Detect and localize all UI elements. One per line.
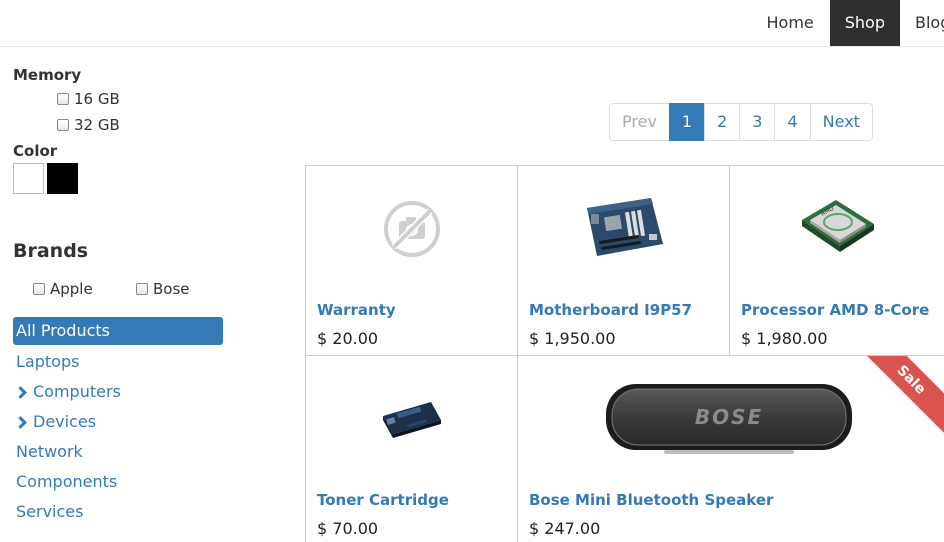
brands-title: Brands [13, 240, 89, 262]
checkbox[interactable] [57, 93, 69, 105]
toner-image [383, 401, 441, 438]
product-image[interactable] [518, 166, 730, 291]
brand-option-label: Bose [153, 280, 190, 298]
pagination: Prev 1 2 3 4 Next [609, 103, 873, 141]
category-list: All Products Laptops Computers Devices N… [13, 317, 223, 527]
checkbox[interactable] [33, 283, 45, 295]
bose-logo: BOSE [695, 405, 763, 429]
pagination-page-3[interactable]: 3 [739, 103, 776, 141]
brand-option-apple[interactable]: Apple [33, 280, 93, 298]
product-name[interactable]: Warranty [317, 301, 396, 319]
category-label: Computers [33, 382, 121, 401]
product-image[interactable] [306, 166, 518, 291]
top-navbar: Home Shop Blog [0, 0, 944, 47]
product-grid: Warranty $ 20.00 Motherboard I9P57 $ 1,9… [305, 165, 944, 542]
brand-option-bose[interactable]: Bose [136, 280, 190, 298]
pagination-page-1[interactable]: 1 [668, 103, 706, 141]
pagination-next[interactable]: Next [809, 103, 873, 141]
product-card[interactable]: BOSE Sale Bose Mini Bluetooth Speaker $ … [517, 355, 944, 542]
nav-blog[interactable]: Blog [900, 0, 944, 46]
category-computers[interactable]: Computers [13, 377, 223, 407]
product-image[interactable]: AMD [730, 166, 944, 291]
memory-option-32gb[interactable]: 32 GB [57, 116, 120, 134]
memory-option-label: 32 GB [74, 116, 120, 134]
checkbox[interactable] [57, 119, 69, 131]
product-name[interactable]: Bose Mini Bluetooth Speaker [529, 491, 773, 509]
product-card[interactable]: Motherboard I9P57 $ 1,950.00 [517, 165, 730, 356]
brand-option-label: Apple [50, 280, 93, 298]
product-name[interactable]: Motherboard I9P57 [529, 301, 692, 319]
product-card[interactable]: Warranty $ 20.00 [305, 165, 518, 356]
category-services[interactable]: Services [13, 497, 223, 527]
checkbox[interactable] [136, 283, 148, 295]
product-card[interactable]: AMD Processor AMD 8-Core $ 1,980.00 [729, 165, 944, 356]
processor-image: AMD [802, 199, 874, 252]
color-swatch-white[interactable] [13, 163, 44, 194]
memory-filter-title: Memory [13, 66, 82, 84]
nav-home[interactable]: Home [751, 0, 830, 46]
category-label: Devices [33, 412, 97, 431]
pagination-prev[interactable]: Prev [609, 103, 670, 141]
main-menu: Home Shop Blog [751, 0, 944, 46]
memory-option-16gb[interactable]: 16 GB [57, 90, 120, 108]
product-price: $ 20.00 [317, 329, 379, 348]
memory-option-label: 16 GB [74, 90, 120, 108]
product-name[interactable]: Toner Cartridge [317, 491, 449, 509]
no-image-icon [384, 200, 440, 257]
product-image[interactable]: BOSE [518, 356, 944, 481]
category-all-products[interactable]: All Products [13, 317, 223, 345]
pagination-page-2[interactable]: 2 [704, 103, 741, 141]
nav-shop[interactable]: Shop [829, 0, 900, 46]
product-image[interactable] [306, 356, 518, 481]
motherboard-image [587, 197, 663, 256]
category-network[interactable]: Network [13, 437, 223, 467]
product-name[interactable]: Processor AMD 8-Core [741, 301, 929, 319]
product-card[interactable]: Toner Cartridge $ 70.00 [305, 355, 518, 542]
product-price: $ 1,980.00 [741, 329, 828, 348]
chevron-right-icon[interactable] [14, 385, 27, 399]
category-components[interactable]: Components [13, 467, 223, 497]
speaker-image: BOSE [606, 383, 852, 454]
product-price: $ 70.00 [317, 519, 379, 538]
pagination-page-4[interactable]: 4 [774, 103, 811, 141]
product-price: $ 1,950.00 [529, 329, 616, 348]
category-devices[interactable]: Devices [13, 407, 223, 437]
color-swatch-black[interactable] [47, 163, 78, 194]
color-filter-title: Color [13, 142, 58, 160]
product-price: $ 247.00 [529, 519, 601, 538]
chevron-right-icon[interactable] [14, 415, 27, 429]
category-laptops[interactable]: Laptops [13, 347, 223, 377]
